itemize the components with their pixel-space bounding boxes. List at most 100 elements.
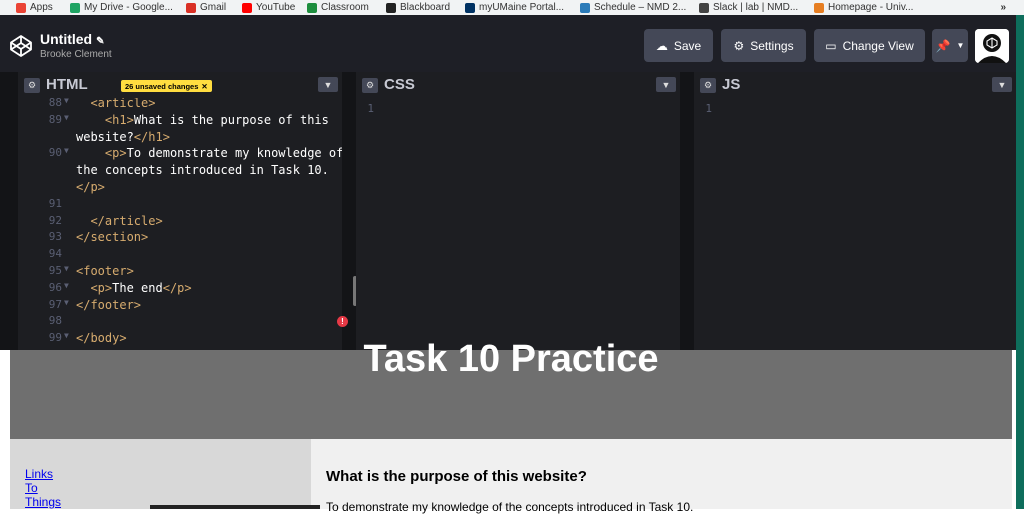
code-text: the concepts introduced in Task 10. [76,163,329,177]
code-line[interactable]: 90 ▼ <p>To demonstrate my knowledge of [18,146,342,163]
cloud-icon: ☁ [655,38,668,53]
code-line[interactable]: 95 ▼ <footer> [18,264,342,281]
line-number: 89 [48,112,62,126]
classroom-icon [307,2,317,13]
nav-link-to[interactable]: To [25,481,38,495]
fold-chevron-icon[interactable]: ▼ [64,113,69,122]
html-code-editor[interactable]: 88 ▼ <article> 89 ▼ <h1>What is the purpose… [18,98,342,350]
css-settings-gear-icon[interactable]: ⚙ [362,78,378,93]
preview-nav: Links To Things [10,439,311,509]
line-number: 88 [48,98,62,109]
code-line[interactable]: 89 ▼ <h1>What is the purpose of this [18,113,342,130]
homepage-icon [814,2,824,13]
code-content: website? [76,129,134,144]
umaine-icon [465,2,475,13]
bookmark-classroom[interactable]: Classroom [307,1,369,14]
code-tag: <article> [90,98,156,110]
js-pane-title: JS [722,76,741,93]
pin-icon: 📌 [935,38,951,53]
code-content [76,214,90,228]
code-tag: </p> [162,280,192,295]
fold-chevron-icon[interactable]: ▼ [64,281,69,290]
code-line[interactable]: </p> [18,180,342,197]
settings-label: Settings [750,38,794,53]
pencil-icon[interactable]: ✎ [96,36,104,47]
pin-menu-button[interactable]: 📌 ▼ [932,29,968,62]
code-line[interactable]: 98 [18,314,342,331]
code-tag: <footer> [76,264,134,278]
line-number: 92 [48,213,62,227]
unsaved-changes-text: 26 unsaved changes [125,81,199,91]
change-view-label: Change View [842,38,914,53]
css-editor-pane[interactable]: ⚙ CSS ▼ 1 [356,72,680,350]
nav-link-links[interactable]: Links [25,467,53,481]
bookmarks-overflow-button[interactable]: » [1000,1,1006,14]
bookmark-apps-grid[interactable]: Apps [16,1,53,14]
bookmarks-bar: Apps My Drive - Google... Gmail YouTube Clas… [0,0,1024,15]
error-alert-icon[interactable]: ! [337,316,348,327]
bookmark-label: Slack | lab | NMD... [713,2,799,13]
js-settings-gear-icon[interactable]: ⚙ [700,78,716,93]
fold-chevron-icon[interactable]: ▼ [64,264,69,273]
js-editor-pane[interactable]: ⚙ JS ▼ 1 [694,72,1016,350]
code-line[interactable]: 92 </article> [18,214,342,231]
code-text: </footer> [76,298,141,312]
editor-area: ⚙ HTML 26 unsaved changes ✕ ▼ 88 ▼ <articl… [0,72,1016,350]
schedule-icon [580,2,590,13]
bookmark-schedule[interactable]: Schedule – NMD 2... [580,1,686,14]
settings-button[interactable]: ⚙ Settings [721,29,806,62]
js-pane-collapse-chevron-icon[interactable]: ▼ [992,77,1012,92]
code-line[interactable]: 97 ▼ </footer> [18,298,342,315]
bookmark-youtube[interactable]: YouTube [242,1,295,14]
drag-handle[interactable] [150,505,320,509]
bookmark-blackboard[interactable]: Blackboard [386,1,450,14]
save-button[interactable]: ☁ Save [644,29,713,62]
code-line[interactable]: 94 [18,247,342,264]
code-line[interactable]: website?</h1> [18,130,342,147]
bookmark-label: YouTube [256,2,296,13]
line-number: 96 [48,280,62,294]
html-editor-pane[interactable]: ⚙ HTML 26 unsaved changes ✕ ▼ 88 ▼ <articl… [18,72,357,350]
preview-frame[interactable]: Task 10 Practice Links To Things What is… [0,338,1016,514]
nav-link-things[interactable]: Things [25,495,61,509]
code-text: </article> [76,214,162,228]
code-line[interactable]: 91 [18,197,342,214]
code-text: </section> [76,230,148,244]
bookmark-label: myUMaine Portal... [479,2,565,13]
code-text: <footer> [76,264,134,278]
avatar-icon [975,29,1009,63]
preview-page-title: Task 10 Practice [363,338,659,380]
bookmark-label: Gmail [200,2,227,13]
change-view-button[interactable]: ▭ Change View [814,29,925,62]
js-pane-header: ⚙ JS ▼ [694,72,1016,98]
codepen-logo-icon[interactable] [9,34,33,58]
bookmark-umaine[interactable]: myUMaine Portal... [465,1,564,14]
preview-header: Task 10 Practice [10,338,1012,439]
code-content: The end [112,280,163,295]
code-text: <h1>What is the purpose of this [76,113,329,127]
code-line[interactable]: 88 ▼ <article> [18,98,342,113]
bookmark-google-drive[interactable]: My Drive - Google... [70,1,173,14]
bookmark-label: Blackboard [400,2,451,13]
fold-chevron-icon[interactable]: ▼ [64,146,69,155]
html-pane-collapse-chevron-icon[interactable]: ▼ [318,77,338,92]
bookmark-homepage[interactable]: Homepage - Univ... [814,1,913,14]
fold-chevron-icon[interactable]: ▼ [64,298,69,307]
bookmark-gmail[interactable]: Gmail [186,1,226,14]
pen-author[interactable]: Brooke Clement [40,49,112,60]
line-number: 94 [48,247,62,261]
css-pane-collapse-chevron-icon[interactable]: ▼ [656,77,676,92]
code-text: website?</h1> [76,130,170,144]
youtube-icon [242,2,252,13]
unsaved-changes-badge[interactable]: 26 unsaved changes ✕ [121,80,212,92]
html-pane-title: HTML [46,76,88,93]
close-icon[interactable]: ✕ [201,82,207,91]
code-line[interactable]: the concepts introduced in Task 10. [18,163,342,180]
user-avatar[interactable] [975,29,1009,63]
bookmark-slack[interactable]: Slack | lab | NMD... [699,1,798,14]
pen-title[interactable]: Untitled ✎ [40,31,105,47]
code-line[interactable]: 96 ▼ <p>The end</p> [18,281,342,298]
code-line[interactable]: 93 </section> [18,230,342,247]
html-settings-gear-icon[interactable]: ⚙ [24,78,40,93]
fold-chevron-icon[interactable]: ▼ [64,98,69,105]
